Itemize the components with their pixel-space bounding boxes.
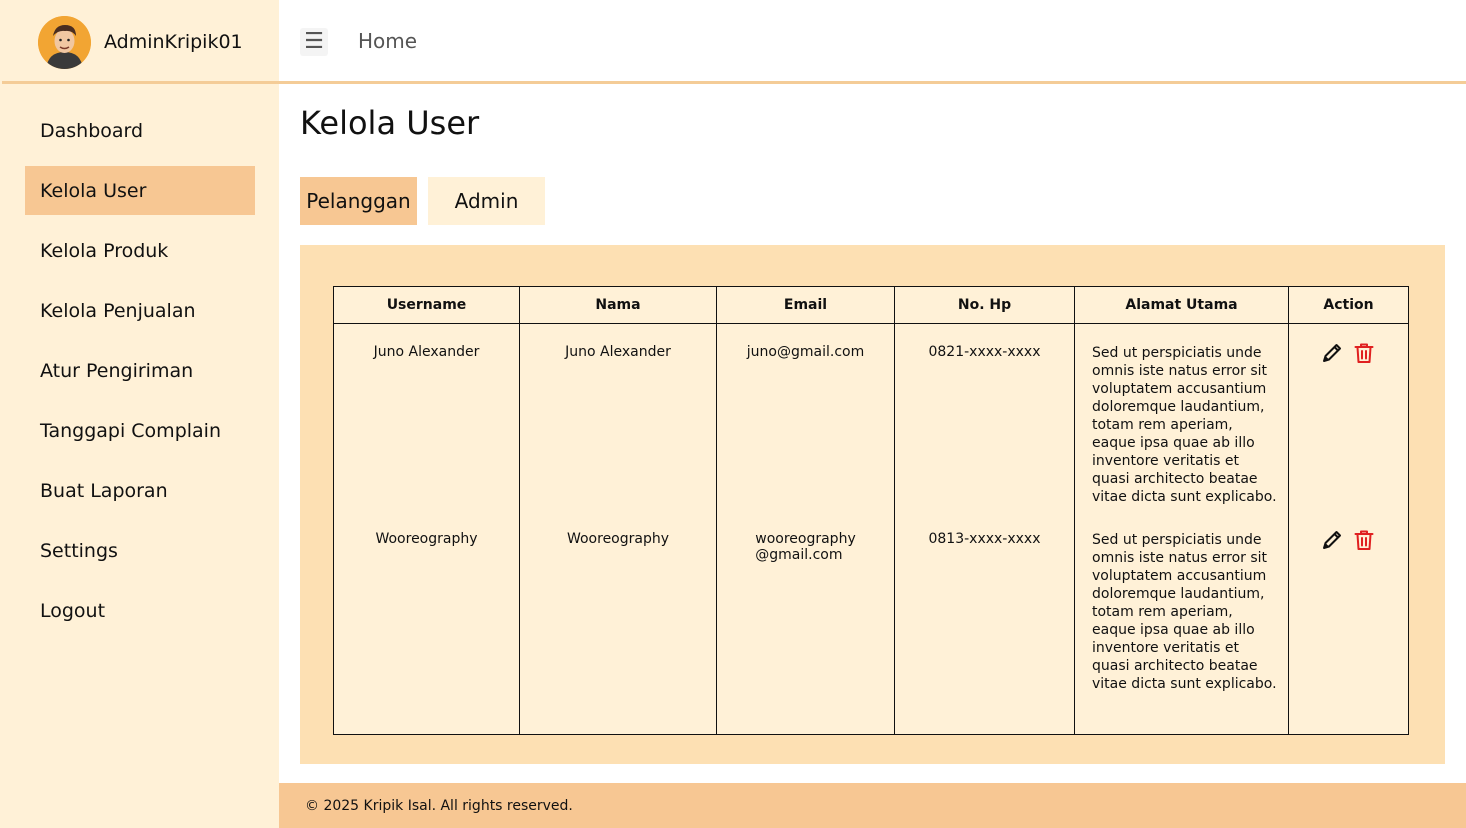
sidebar-item-atur-pengiriman[interactable]: Atur Pengiriman: [25, 346, 255, 395]
column-header-username: Username: [333, 286, 520, 324]
sidebar-item-logout[interactable]: Logout: [25, 586, 255, 635]
email-text: wooreography @gmail.com: [755, 531, 855, 563]
table-row: Juno Alexander Juno Alexander juno@gmail…: [333, 323, 1409, 519]
home-link[interactable]: Home: [358, 29, 417, 53]
column-header-no-hp: No. Hp: [894, 286, 1075, 324]
cell-username: Wooreography: [333, 518, 520, 735]
column-header-alamat-utama: Alamat Utama: [1074, 286, 1289, 324]
edit-user-button[interactable]: [1321, 529, 1343, 551]
table-row: Wooreography Wooreography wooreography @…: [333, 518, 1409, 735]
delete-user-button[interactable]: [1353, 529, 1375, 551]
sidebar-item-tanggapi-complain[interactable]: Tanggapi Complain: [25, 406, 255, 455]
sidebar-nav: Dashboard Kelola User Kelola Produk Kelo…: [25, 106, 255, 646]
profile-name: AdminKripik01: [104, 31, 243, 53]
table-header-row: Username Nama Email No. Hp Alamat Utama …: [333, 286, 1409, 324]
avatar: [38, 15, 91, 69]
edit-user-button[interactable]: [1321, 342, 1343, 364]
cell-email: wooreography @gmail.com: [716, 518, 895, 735]
tab-pelanggan[interactable]: Pelanggan: [300, 177, 417, 225]
sidebar: AdminKripik01 Dashboard Kelola User Kelo…: [0, 0, 279, 828]
cell-actions: [1288, 323, 1409, 519]
copyright-text: © 2025 Kripik Isal. All rights reserved.: [305, 797, 573, 814]
email-line-1: wooreography: [755, 530, 856, 547]
email-line-2: @gmail.com: [755, 546, 843, 563]
footer: © 2025 Kripik Isal. All rights reserved.: [279, 783, 1466, 828]
top-bar: ☰ Home: [279, 0, 1466, 81]
column-header-action: Action: [1288, 286, 1409, 324]
cell-actions: [1288, 518, 1409, 735]
pencil-icon: [1323, 344, 1341, 362]
user-table: Username Nama Email No. Hp Alamat Utama …: [333, 286, 1409, 735]
sidebar-item-buat-laporan[interactable]: Buat Laporan: [25, 466, 255, 515]
trash-icon: [1354, 530, 1374, 550]
sidebar-divider: [2, 81, 279, 84]
delete-user-button[interactable]: [1353, 342, 1375, 364]
admin-profile[interactable]: AdminKripik01: [0, 0, 279, 84]
cell-phone: 0813-xxxx-xxxx: [894, 518, 1075, 735]
cell-nama: Juno Alexander: [519, 323, 717, 519]
trash-icon: [1354, 343, 1374, 363]
pencil-icon: [1323, 530, 1341, 549]
sidebar-item-kelola-penjualan[interactable]: Kelola Penjualan: [25, 286, 255, 335]
column-header-email: Email: [716, 286, 895, 324]
cell-username: Juno Alexander: [333, 323, 520, 519]
column-header-nama: Nama: [519, 286, 717, 324]
cell-address: Sed ut perspiciatis unde omnis iste natu…: [1074, 323, 1289, 519]
cell-email: juno@gmail.com: [716, 323, 895, 519]
menu-toggle-button[interactable]: ☰: [300, 28, 328, 56]
top-bar-divider: [279, 81, 1466, 84]
sidebar-item-kelola-user[interactable]: Kelola User: [25, 166, 255, 215]
tab-admin[interactable]: Admin: [428, 177, 545, 225]
sidebar-item-dashboard[interactable]: Dashboard: [25, 106, 255, 155]
cell-nama: Wooreography: [519, 518, 717, 735]
cell-address: Sed ut perspiciatis unde omnis iste natu…: [1074, 518, 1289, 735]
sidebar-item-kelola-produk[interactable]: Kelola Produk: [25, 226, 255, 275]
user-table-panel: Username Nama Email No. Hp Alamat Utama …: [300, 245, 1445, 764]
sidebar-item-settings[interactable]: Settings: [25, 526, 255, 575]
page-title: Kelola User: [300, 104, 480, 142]
user-type-tabs: Pelanggan Admin: [300, 177, 545, 225]
hamburger-icon: ☰: [304, 29, 324, 54]
cell-phone: 0821-xxxx-xxxx: [894, 323, 1075, 519]
